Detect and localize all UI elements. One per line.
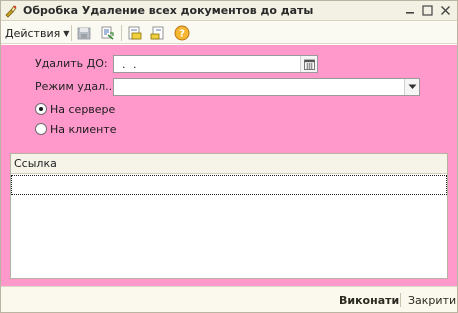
column-header-link[interactable]: Ссылка bbox=[14, 157, 57, 170]
radio-button[interactable] bbox=[35, 123, 47, 135]
save-settings-icon[interactable] bbox=[126, 24, 144, 42]
processing-icon bbox=[5, 5, 17, 18]
svg-text:?: ? bbox=[179, 29, 185, 40]
radio-button[interactable] bbox=[35, 103, 47, 115]
restore-settings-icon[interactable] bbox=[149, 24, 167, 42]
footer: Виконати Закрити bbox=[1, 286, 457, 312]
maximize-button[interactable] bbox=[420, 3, 434, 17]
radio-server-label: На сервере bbox=[50, 102, 116, 116]
disk-icon[interactable] bbox=[75, 24, 93, 42]
radio-client-label: На клиенте bbox=[50, 122, 117, 136]
documents-table[interactable]: Ссылка bbox=[10, 153, 448, 279]
calendar-button[interactable] bbox=[300, 56, 317, 72]
toolbar: Действия ▼ ? bbox=[1, 22, 457, 44]
chevron-down-icon bbox=[408, 84, 416, 89]
close-button[interactable] bbox=[438, 3, 452, 17]
execute-button[interactable]: Виконати bbox=[339, 294, 399, 307]
minimize-button[interactable] bbox=[403, 3, 417, 17]
radio-on-server[interactable]: На сервере bbox=[35, 101, 115, 117]
help-icon[interactable]: ? bbox=[173, 24, 191, 42]
close-form-button[interactable]: Закрити bbox=[408, 294, 456, 307]
actions-label: Действия bbox=[5, 26, 61, 40]
actions-menu-button[interactable]: Действия ▼ bbox=[5, 25, 69, 41]
title-bar: Обробка Удаление всех документов до даты bbox=[1, 1, 457, 21]
minimize-icon bbox=[406, 12, 414, 14]
delete-before-date-field[interactable]: . . bbox=[113, 55, 318, 73]
mode-label: Режим удал... bbox=[35, 80, 116, 93]
mode-dropdown-button[interactable] bbox=[404, 79, 419, 95]
toolbar-separator bbox=[121, 25, 122, 41]
close-icon bbox=[440, 5, 450, 15]
maximize-icon bbox=[421, 4, 433, 16]
delete-mode-select[interactable] bbox=[113, 78, 420, 96]
radio-on-client[interactable]: На клиенте bbox=[35, 121, 116, 137]
date-label: Удалить ДО: bbox=[35, 57, 108, 70]
footer-separator bbox=[400, 293, 401, 307]
calendar-icon bbox=[303, 59, 315, 70]
form-icon[interactable] bbox=[98, 24, 116, 42]
form-area: Удалить ДО: . . Режим удал... На сервере bbox=[1, 45, 457, 286]
processing-window: Обробка Удаление всех документов до даты… bbox=[0, 0, 458, 313]
window-title: Обробка Удаление всех документов до даты bbox=[23, 4, 314, 17]
chevron-down-icon: ▼ bbox=[63, 28, 70, 38]
date-value: . . bbox=[122, 58, 139, 71]
table-header: Ссылка bbox=[11, 154, 447, 174]
table-row[interactable] bbox=[11, 175, 447, 195]
toolbar-separator bbox=[71, 25, 72, 41]
